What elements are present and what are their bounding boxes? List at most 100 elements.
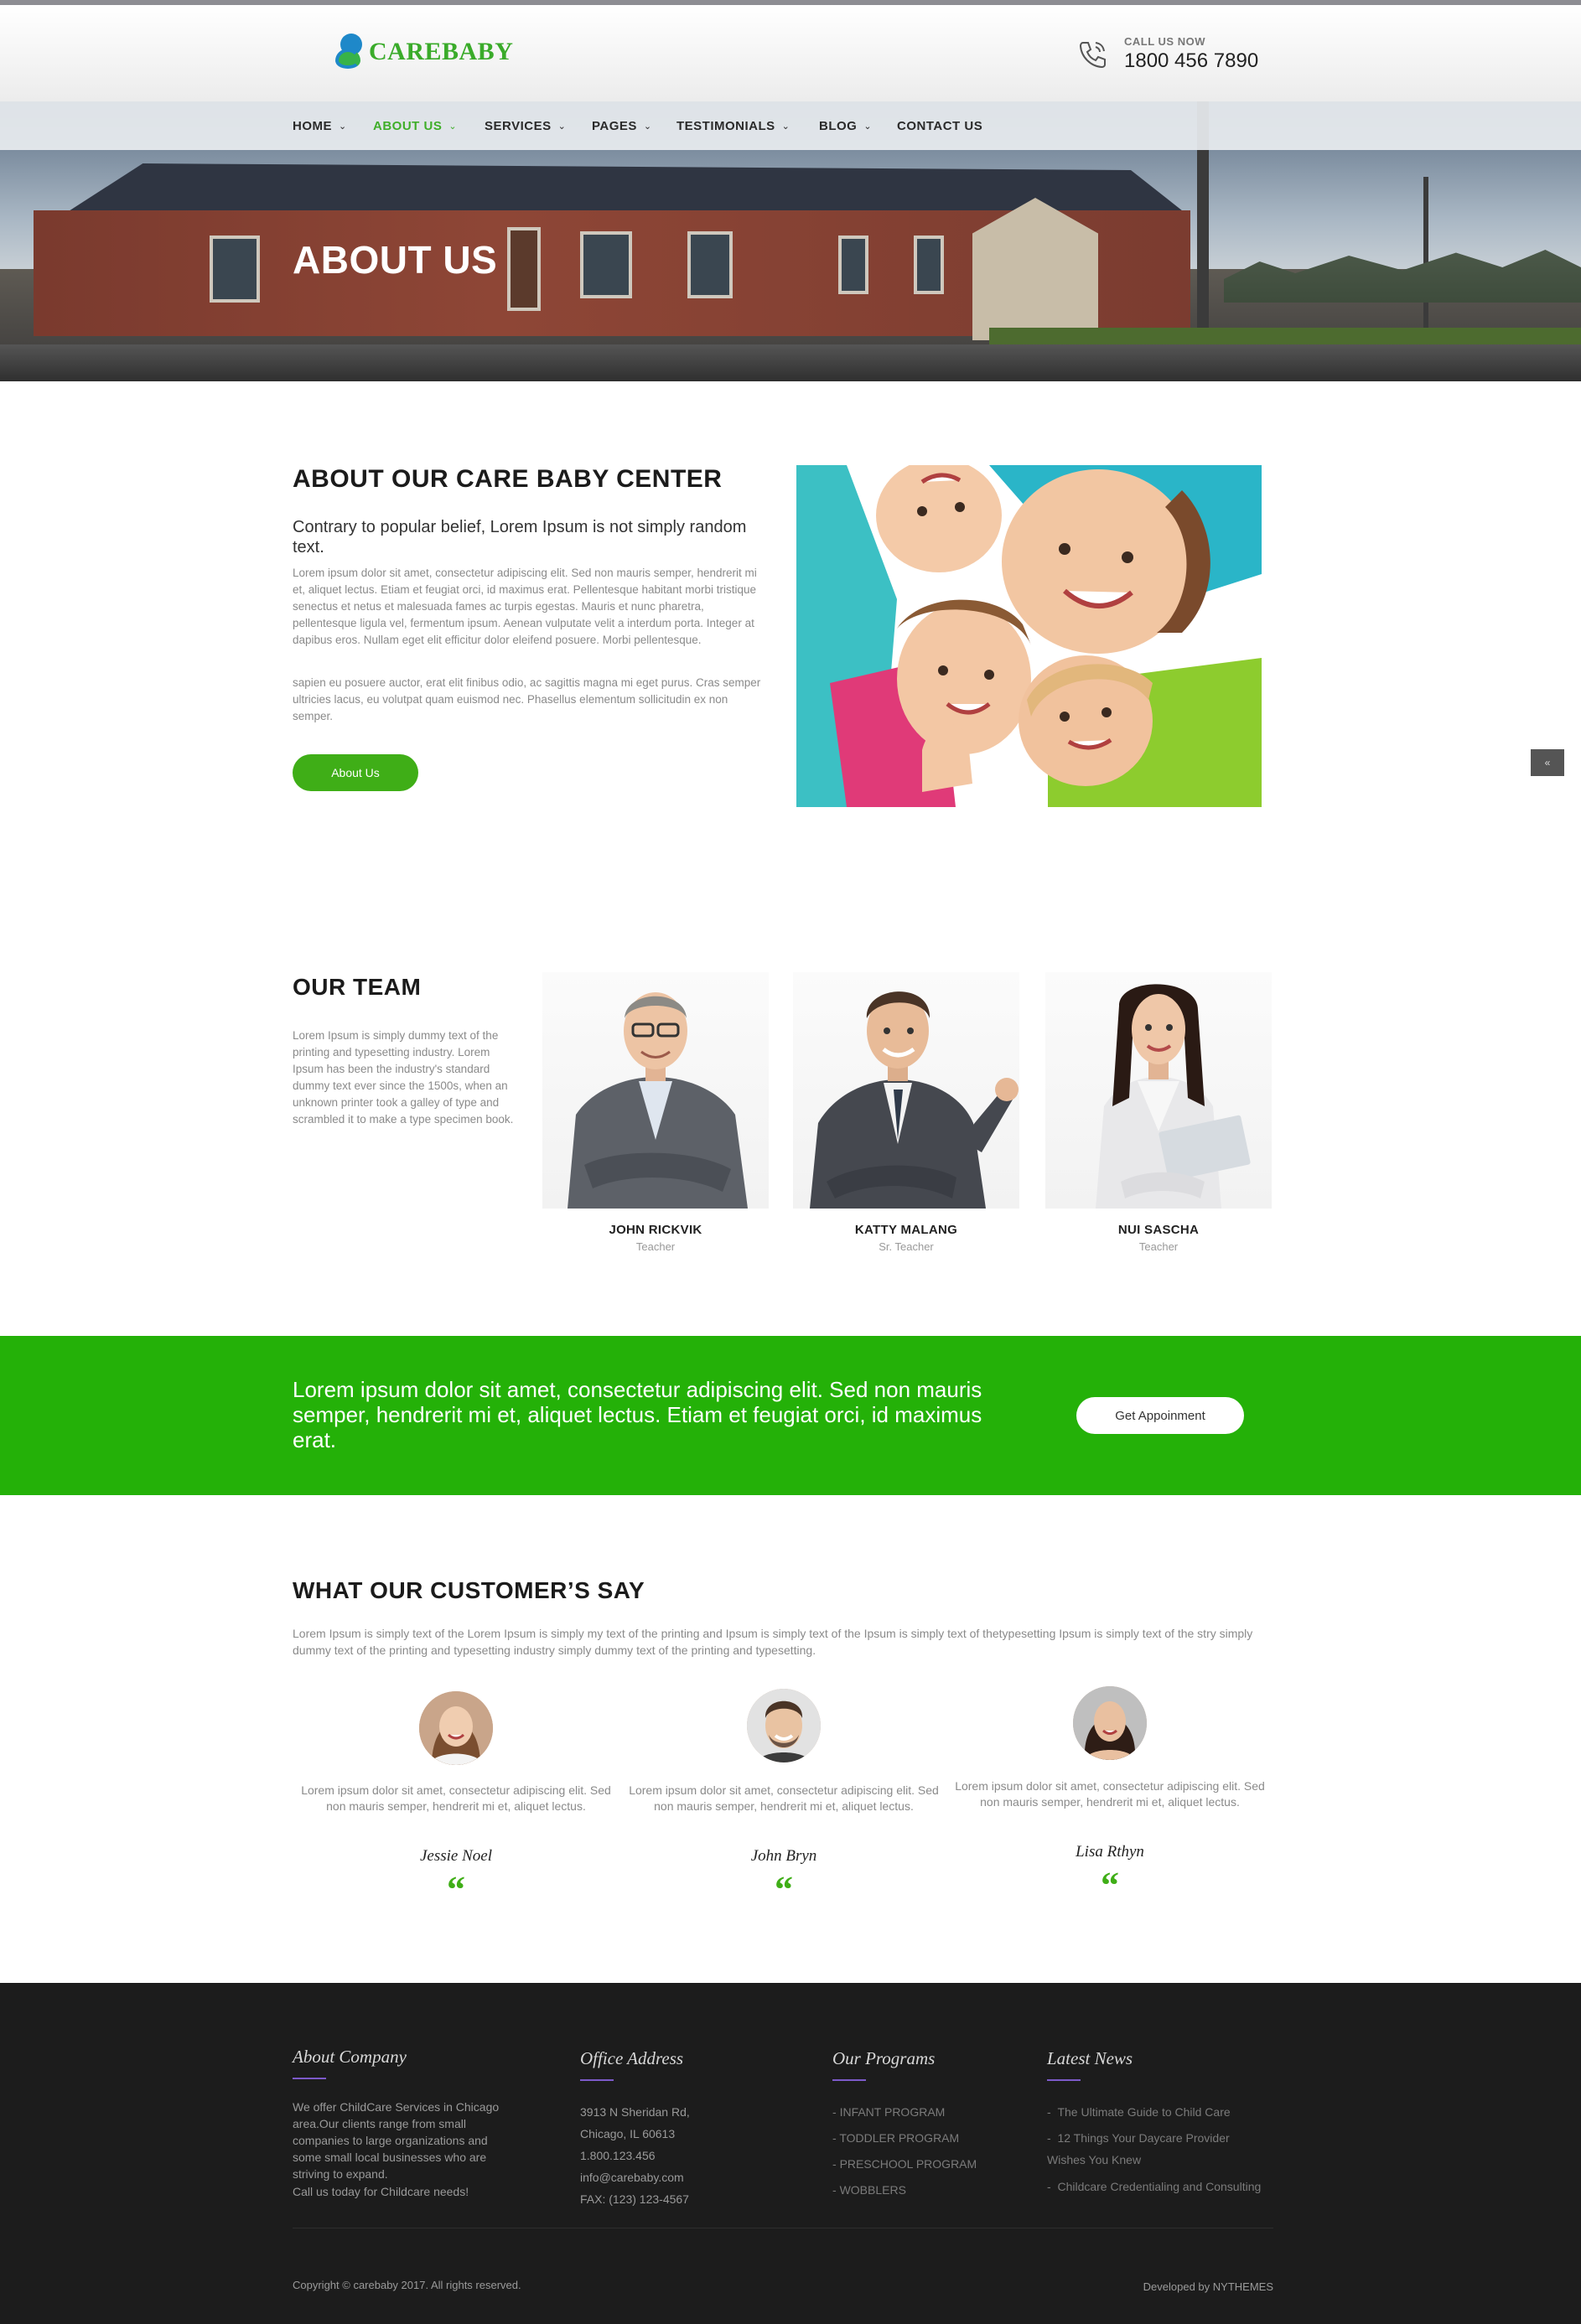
office-fax: FAX: (123) 123-4567 [580, 2192, 689, 2206]
program-link[interactable]: - TODDLER PROGRAM [832, 2130, 959, 2146]
kids-photo [796, 465, 1262, 807]
call-us[interactable]: CALL US NOW 1800 456 7890 [1076, 35, 1258, 73]
chevron-down-icon: ⌄ [781, 122, 790, 132]
office-address-line: 3913 N Sheridan Rd, [580, 2105, 690, 2119]
chevron-down-icon: ⌄ [557, 122, 567, 132]
building-window [914, 236, 944, 294]
nav-testimonials-label: TESTIMONIALS [676, 119, 775, 133]
testimonial-text: Lorem ipsum dolor sit amet, consectetur … [955, 1779, 1265, 1809]
cta-text: Lorem ipsum dolor sit amet, consectetur … [293, 1377, 982, 1452]
program-link[interactable]: - WOBBLERS [832, 2182, 906, 2198]
quote-icon: “ [447, 1869, 465, 1910]
site-footer [0, 1983, 1581, 2324]
chevron-down-icon: ⌄ [339, 122, 347, 132]
team-member-photo [1045, 972, 1272, 1209]
logo-icon [335, 34, 364, 70]
testimonial-author: John Bryn [750, 1847, 817, 1865]
testimonial-text: Lorem ipsum dolor sit amet, consectetur … [301, 1783, 611, 1813]
office-email[interactable]: info@carebaby.com [580, 2169, 684, 2186]
nav-home-label: HOME [293, 119, 332, 133]
nav-pages[interactable]: PAGES ⌄ [592, 119, 652, 133]
about-subtitle: Contrary to popular belief, Lorem Ipsum … [293, 518, 747, 556]
testimonial-author: Lisa Rthyn [1076, 1843, 1144, 1861]
quote-icon: “ [775, 1869, 793, 1910]
scroll-to-top-button[interactable]: « [1531, 749, 1564, 776]
nav-contact-us-label: CONTACT US [897, 119, 983, 133]
hero-banner: HOME ⌄ ABOUT US ⌄ SERVICES ⌄ PAGES ⌄ TES… [0, 101, 1581, 381]
nav-blog[interactable]: BLOG ⌄ [819, 119, 872, 133]
footer-title-underline [293, 2078, 326, 2079]
nav-about-us[interactable]: ABOUT US ⌄ [373, 119, 457, 133]
footer-title-underline [832, 2079, 866, 2081]
testimonials-intro: Lorem Ipsum is simply text of the Lorem … [293, 1627, 1253, 1657]
chevron-down-icon: ⌄ [863, 122, 873, 132]
person-illustration [568, 992, 748, 1209]
team-member-role: Teacher [635, 1240, 676, 1253]
hero-road [0, 344, 1581, 381]
get-appointment-button[interactable]: Get Appoinment [1076, 1397, 1244, 1434]
footer-programs-title: Our Programs [832, 2048, 936, 2068]
footer-news-title: Latest News [1047, 2048, 1133, 2068]
testimonial-author: Jessie Noel [419, 1847, 492, 1865]
team-member-role: Teacher [1138, 1240, 1179, 1253]
copyright-text: Copyright © carebaby 2017. All rights re… [293, 2279, 521, 2291]
nav-services[interactable]: SERVICES ⌄ [485, 119, 566, 133]
team-member-name: KATTY MALANG [854, 1223, 958, 1237]
program-link-label: WOBBLERS [839, 2183, 906, 2197]
chevron-down-icon: ⌄ [448, 122, 458, 132]
about-heading: ABOUT OUR CARE BABY CENTER [293, 465, 723, 493]
phone-icon [1079, 41, 1106, 68]
program-link[interactable]: - PRESCHOOL PROGRAM [832, 2156, 977, 2172]
customer-photo [419, 1691, 493, 1765]
team-description: Lorem Ipsum is simply dummy text of the … [293, 1029, 514, 1126]
office-phone[interactable]: 1.800.123.456 [580, 2147, 656, 2164]
customer-photo [1073, 1686, 1147, 1760]
footer-about-cta: Call us today for Childcare needs! [293, 2185, 469, 2198]
nav-contact-us[interactable]: CONTACT US [897, 119, 982, 133]
program-link-label: PRESCHOOL PROGRAM [839, 2157, 977, 2171]
footer-title-underline [1047, 2079, 1081, 2081]
news-link[interactable]: - The Ultimate Guide to Child Care [1047, 2104, 1265, 2120]
building-window [687, 231, 733, 298]
team-member-photo [793, 972, 1019, 1209]
customer-avatar [419, 1691, 493, 1765]
program-link[interactable]: - INFANT PROGRAM [832, 2104, 945, 2120]
nav-testimonials[interactable]: TESTIMONIALS ⌄ [676, 119, 790, 133]
building-window [507, 227, 541, 311]
footer-title-underline [580, 2079, 614, 2081]
nav-about-us-label: ABOUT US [373, 119, 443, 133]
footer-office-title: Office Address [580, 2048, 684, 2068]
person-illustration [810, 991, 1019, 1209]
news-link[interactable]: - 12 Things Your Daycare Provider Wishes… [1047, 2127, 1265, 2171]
team-member-name: NUI SASCHA [1117, 1223, 1200, 1237]
nav-pages-label: PAGES [592, 119, 637, 133]
call-number[interactable]: 1800 456 7890 [1124, 49, 1258, 73]
team-heading: OUR TEAM [293, 974, 422, 1000]
building-window [210, 236, 260, 303]
testimonial-text: Lorem ipsum dolor sit amet, consectetur … [629, 1783, 939, 1813]
program-link-label: INFANT PROGRAM [839, 2105, 946, 2119]
news-link-label: Childcare Credentialing and Consulting [1057, 2180, 1262, 2193]
quote-icon: “ [1101, 1865, 1119, 1906]
team-member-role: Sr. Teacher [879, 1240, 934, 1253]
nav-home[interactable]: HOME ⌄ [293, 119, 347, 133]
customer-photo [747, 1689, 821, 1762]
about-us-button[interactable]: About Us [293, 754, 418, 791]
customer-avatar [1073, 1686, 1147, 1760]
chevron-down-icon: ⌄ [643, 122, 652, 132]
nav-blog-label: BLOG [819, 119, 858, 133]
customer-avatar [747, 1689, 821, 1762]
footer-about-title: About Company [293, 2047, 407, 2067]
person-illustration [1096, 984, 1251, 1209]
light-pole [1423, 177, 1428, 344]
developer-credit[interactable]: Developed by NYTHEMES [1131, 2280, 1273, 2293]
about-paragraph: Lorem ipsum dolor sit amet, consectetur … [293, 567, 757, 646]
team-member-name: JOHN RICKVIK [609, 1223, 702, 1237]
news-link[interactable]: - Childcare Credentialing and Consulting [1047, 2176, 1265, 2197]
building-window [838, 236, 868, 294]
nav-services-label: SERVICES [485, 119, 552, 133]
logo[interactable]: CAREBABY [335, 32, 513, 72]
main-nav: HOME ⌄ ABOUT US ⌄ SERVICES ⌄ PAGES ⌄ TES… [0, 101, 1581, 150]
logo-text: CAREBABY [369, 38, 514, 65]
call-label: CALL US NOW [1124, 35, 1205, 48]
